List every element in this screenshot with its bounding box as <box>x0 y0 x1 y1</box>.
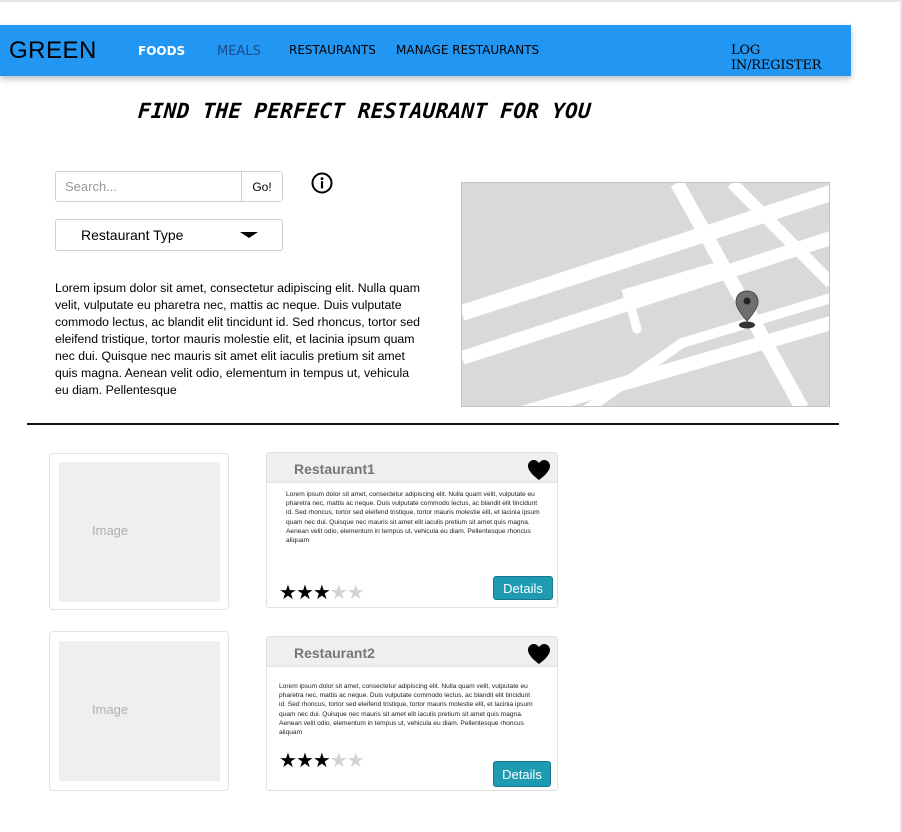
login-register-link[interactable]: LOG IN/REGISTER <box>731 43 851 73</box>
restaurant-description: Lorem ipsum dolor sit amet, consectetur … <box>286 491 540 545</box>
star-icon[interactable]: ★ <box>279 750 297 772</box>
star-icon[interactable]: ★ <box>296 582 314 604</box>
brand-logo[interactable]: GREEN <box>9 37 97 65</box>
restaurant-image-1[interactable]: Image <box>49 453 229 610</box>
restaurant-card-1: Restaurant1 Lorem ipsum dolor sit amet, … <box>266 452 558 608</box>
restaurant-description: Lorem ipsum dolor sit amet, consectetur … <box>279 683 533 737</box>
restaurant-type-dropdown[interactable]: Restaurant Type <box>55 219 283 251</box>
intro-paragraph: Lorem ipsum dolor sit amet, consectetur … <box>55 281 420 397</box>
restaurant-image-2[interactable]: Image <box>49 631 229 791</box>
nav-link-foods[interactable]: FOODS <box>138 44 185 58</box>
restaurant-name[interactable]: Restaurant2 <box>294 645 375 661</box>
image-placeholder-label: Image <box>92 523 129 538</box>
star-icon[interactable]: ★ <box>347 582 365 604</box>
nav-link-restaurants[interactable]: RESTAURANTS <box>289 43 376 57</box>
search-go-button[interactable]: Go! <box>241 172 282 201</box>
section-divider <box>27 423 839 425</box>
star-icon[interactable]: ★ <box>330 750 348 772</box>
map-pin-icon[interactable] <box>735 290 759 330</box>
chevron-down-icon <box>240 232 258 238</box>
image-placeholder-label: Image <box>92 702 129 717</box>
rating-stars: ★★★★★ <box>279 750 365 772</box>
page-headline: FIND THE PERFECT RESTAURANT FOR YOU <box>137 99 592 123</box>
heart-icon[interactable] <box>527 643 551 665</box>
nav-link-meals[interactable]: MEALS <box>217 44 261 59</box>
details-button[interactable]: Details <box>493 761 551 787</box>
nav-link-manage-restaurants[interactable]: MANAGE RESTAURANTS <box>396 43 539 57</box>
image-placeholder: Image <box>59 462 220 602</box>
star-icon[interactable]: ★ <box>279 582 297 604</box>
restaurant-name[interactable]: Restaurant1 <box>294 461 375 477</box>
star-icon[interactable]: ★ <box>313 582 331 604</box>
star-icon[interactable]: ★ <box>347 750 365 772</box>
map-roads <box>462 183 829 406</box>
search-bar: Go! <box>55 171 283 202</box>
star-icon[interactable]: ★ <box>330 582 348 604</box>
card-header: Restaurant2 <box>267 637 557 667</box>
card-header: Restaurant1 <box>267 453 557 483</box>
search-input[interactable] <box>56 172 241 201</box>
image-placeholder: Image <box>59 641 220 781</box>
star-icon[interactable]: ★ <box>313 750 331 772</box>
rating-stars: ★★★★★ <box>279 582 365 604</box>
top-navbar: GREEN FOODS MEALS RESTAURANTS MANAGE RES… <box>0 25 851 76</box>
restaurant-card-2: Restaurant2 Lorem ipsum dolor sit amet, … <box>266 636 558 791</box>
info-icon[interactable] <box>311 172 333 194</box>
details-button[interactable]: Details <box>493 576 553 600</box>
star-icon[interactable]: ★ <box>296 750 314 772</box>
heart-icon[interactable] <box>527 459 551 481</box>
restaurant-type-selected: Restaurant Type <box>81 227 184 243</box>
map-view[interactable] <box>461 182 830 407</box>
